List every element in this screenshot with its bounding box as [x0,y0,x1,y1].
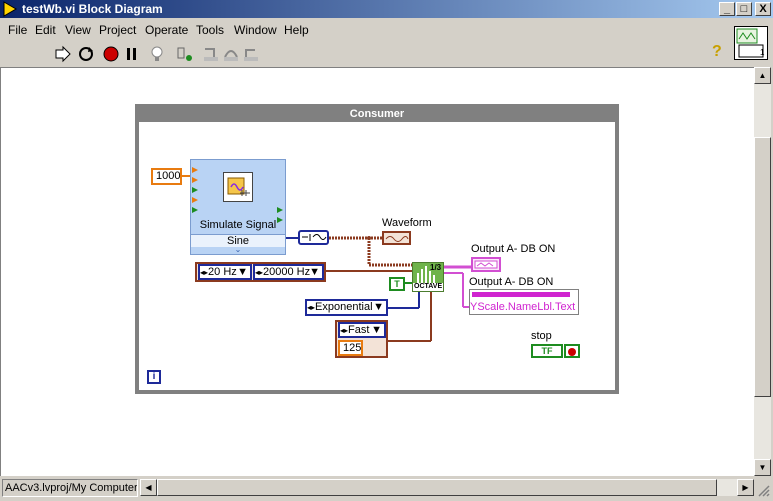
increment-decrement-icon[interactable]: ◂▸ [307,303,315,312]
menu-window[interactable]: Window [234,23,277,37]
menu-bar: File Edit View Project Operate Tools Win… [0,20,773,40]
numeric-constant-125[interactable]: 125 [338,340,363,356]
menu-help[interactable]: Help [284,23,309,37]
time-weighting-ring[interactable]: ◂▸Fast ▼ [338,322,386,338]
simulate-signal-label: Simulate Signal [199,219,277,231]
menu-tools[interactable]: Tools [196,23,224,37]
loop-label: Consumer [349,108,405,120]
help-icon[interactable]: ? [712,43,722,61]
menu-edit[interactable]: Edit [35,23,56,37]
averaging-type-ring[interactable]: ◂▸Exponential ▼ [305,299,388,316]
property-node-header [472,292,570,297]
step-out-icon[interactable] [242,45,260,63]
output-a-label-2: Output A- DB ON [469,276,554,288]
dropdown-arrow-icon[interactable]: ▼ [309,266,320,279]
convert-dynamic-data-icon[interactable] [298,230,329,245]
increment-decrement-icon[interactable]: ◂▸ [340,326,348,335]
simulate-signal-icon [223,172,253,202]
svg-text:1: 1 [760,48,765,57]
output-a-label-1: Output A- DB ON [471,243,556,255]
resize-grip-icon[interactable] [756,483,770,497]
horizontal-scrollbar[interactable]: ◀ ▶ [140,479,754,496]
increment-decrement-icon[interactable]: ◂▸ [255,268,263,277]
toolbar [0,41,773,67]
status-bar: AACv3.lvproj/My Computer ◀ ▶ [0,477,773,501]
labview-app-icon [3,1,17,17]
stop-label: stop [531,330,552,342]
property-node[interactable]: YScale.NameLbl.Text [469,289,579,315]
horizontal-scroll-thumb[interactable] [157,479,717,496]
stop-if-true-icon [568,348,576,356]
close-button[interactable]: X [755,2,771,16]
window-title: testWb.vi Block Diagram [22,2,163,16]
pause-icon[interactable] [123,45,141,63]
freq-low-ring[interactable]: ◂▸20 Hz ▼ [198,264,252,280]
run-continuous-icon[interactable] [77,45,95,63]
scroll-up-icon[interactable]: ▲ [754,67,771,84]
vertical-scrollbar[interactable]: ▲ ▼ [754,67,771,476]
octave-text: OCTAVE [414,283,443,290]
vi-icon[interactable]: 1 [734,26,768,60]
scroll-left-icon[interactable]: ◀ [140,479,157,496]
step-into-icon[interactable] [202,45,220,63]
octave-fraction: 1/3 [430,263,442,272]
output-a-indicator[interactable] [471,257,501,272]
waveform-label: Waveform [382,217,432,229]
boolean-true-constant[interactable]: T [389,277,405,291]
yscale-namelbl-text[interactable]: YScale.NameLbl.Text [470,300,578,314]
menu-file[interactable]: File [8,23,27,37]
menu-project[interactable]: Project [99,23,136,37]
loop-condition-terminal[interactable] [564,344,580,358]
menu-view[interactable]: View [65,23,91,37]
dropdown-arrow-icon[interactable]: ▼ [237,266,248,279]
project-path: AACv3.lvproj/My Computer [2,479,138,497]
step-over-icon[interactable] [222,45,240,63]
minimize-button[interactable]: _ [719,2,735,16]
dropdown-arrow-icon[interactable]: ▼ [371,324,382,337]
scroll-right-icon[interactable]: ▶ [737,479,754,496]
input-terminals-icon [192,167,198,213]
waveform-indicator[interactable] [382,231,411,245]
dropdown-arrow-icon[interactable]: ▼ [373,301,384,314]
simulate-signal-express-vi[interactable]: Simulate Signal Sine ⌄ [190,159,286,255]
stop-button-terminal[interactable]: TF [531,344,563,358]
maximize-button[interactable]: □ [736,2,752,16]
scroll-down-icon[interactable]: ▼ [754,459,771,476]
vi-connector-icon: 1 [736,28,765,58]
increment-decrement-icon[interactable]: ◂▸ [200,268,208,277]
title-bar: testWb.vi Block Diagram _ □ X [0,0,773,18]
run-arrow-icon[interactable] [54,45,72,63]
iteration-terminal-icon[interactable]: i [147,370,161,384]
freq-high-ring[interactable]: ◂▸20000 Hz ▼ [253,264,324,280]
numeric-constant-1000[interactable]: 1000 [151,168,182,185]
vertical-scroll-thumb[interactable] [754,137,771,397]
expand-chevron-icon[interactable]: ⌄ [191,246,285,254]
octave-analysis-vi[interactable]: 1/3 OCTAVE [412,262,444,292]
abort-icon[interactable] [102,45,120,63]
block-diagram-canvas[interactable]: Consumer 1000 Simulate Signal Sine ⌄ Wav… [0,67,754,476]
retain-wire-values-icon[interactable] [176,45,194,63]
menu-operate[interactable]: Operate [145,23,188,37]
highlight-execution-icon[interactable] [148,45,166,63]
